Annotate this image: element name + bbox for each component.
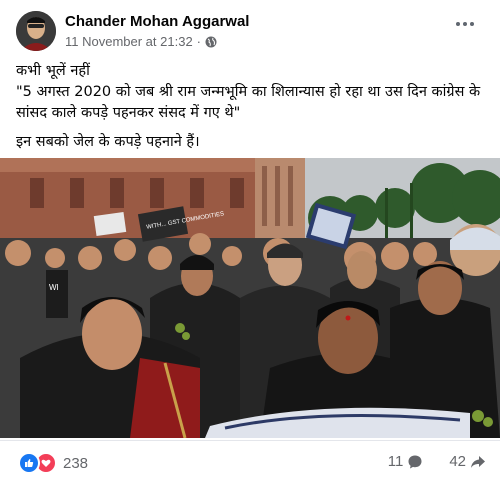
post-footer: 238 11 42 [0,440,500,481]
post-text-line-3: इन सबको जेल के कपड़े पहनाने हैं। [16,134,200,150]
comments-count: 11 [387,453,404,470]
avatar[interactable] [16,11,56,51]
post-text: कभी भूलें नहीं "5 अगस्त 2020 को जब श्री … [16,61,486,153]
meta-separator: · [196,34,202,49]
comment-icon [408,455,422,468]
post-header: Chander Mohan Aggarwal 11 November at 21… [0,0,500,60]
post-text-quote: "5 अगस्त 2020 को जब श्री राम जन्मभूमि का… [16,84,481,121]
post-meta: 11 November at 21:32 · [65,34,217,49]
post-stats: 11 42 [388,453,486,470]
shares-count-button[interactable]: 42 [449,453,486,470]
ellipsis-icon[interactable] [456,20,476,28]
globe-icon [205,36,217,48]
like-icon [18,452,40,474]
post-photo[interactable]: WITH... GST COMMODITIES WI [0,158,500,438]
sign-left-text: WI [49,283,59,292]
shares-count: 42 [449,453,466,470]
reaction-count: 238 [63,454,89,472]
author-name[interactable]: Chander Mohan Aggarwal [65,13,249,30]
post-text-line-1: कभी भूलें नहीं [16,63,90,79]
share-icon [471,455,485,468]
reactions-summary[interactable]: 238 [18,452,88,474]
comments-count-button[interactable]: 11 [388,453,424,470]
post-timestamp[interactable]: 11 November at 21:32 [65,34,193,49]
